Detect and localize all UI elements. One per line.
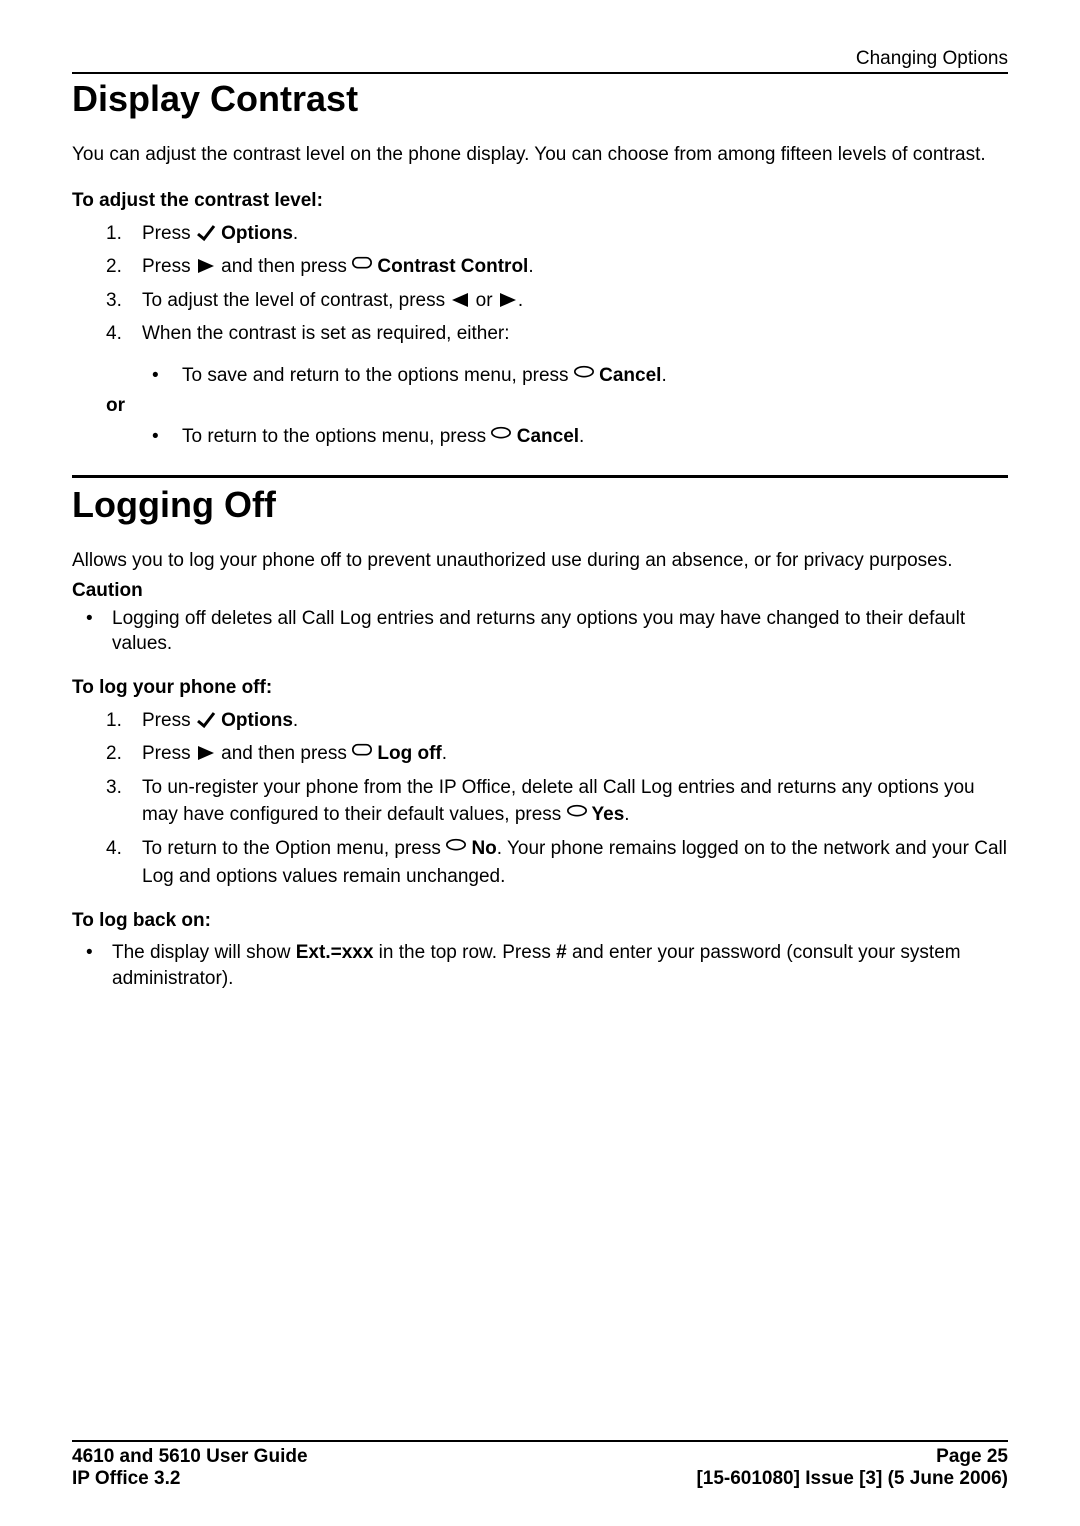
footer-left: 4610 and 5610 User Guide IP Office 3.2 xyxy=(72,1446,308,1490)
options-label: Options xyxy=(216,710,293,731)
running-header: Changing Options xyxy=(72,48,1008,74)
footer-guide-title: 4610 and 5610 User Guide xyxy=(72,1446,308,1468)
period: . xyxy=(518,290,523,311)
no-label: No xyxy=(466,838,497,859)
arrow-right-icon xyxy=(196,256,216,276)
check-icon xyxy=(196,223,216,243)
step-text-b: and then press xyxy=(216,743,352,764)
steps-adjust-contrast: Press Options. Press and then press Cont… xyxy=(72,220,1008,348)
sub-step-text: To return to the options menu, press xyxy=(182,426,491,447)
step-text-a: To return to the Option menu, press xyxy=(142,838,446,859)
step-2-text-b: and then press xyxy=(216,256,352,277)
period: . xyxy=(624,804,629,825)
step-text-a: Press xyxy=(142,743,196,764)
arrow-right-icon xyxy=(498,290,518,310)
caution-text: Logging off deletes all Call Log entries… xyxy=(72,606,1008,657)
softkey-icon xyxy=(567,804,587,824)
log-back-on-text: The display will show Ext.=xxx in the to… xyxy=(72,940,1008,991)
step-text: Press xyxy=(142,710,191,731)
period: . xyxy=(661,365,666,386)
footer-product: IP Office 3.2 xyxy=(72,1468,308,1490)
yes-label: Yes xyxy=(587,804,625,825)
step-4-text: When the contrast is set as required, ei… xyxy=(142,323,510,344)
footer-right: Page 25 [15-601080] Issue [3] (5 June 20… xyxy=(696,1446,1008,1490)
softkey-icon xyxy=(491,426,511,446)
step-4-logoff: To return to the Option menu, press No. … xyxy=(72,835,1008,890)
contrast-control-label: Contrast Control xyxy=(372,256,528,277)
step-3: To adjust the level of contrast, press o… xyxy=(72,287,1008,315)
softkey-icon xyxy=(352,256,372,276)
text-b: in the top row. Press xyxy=(373,942,556,963)
subhead-adjust-contrast: To adjust the contrast level: xyxy=(72,190,1008,212)
sub-step-save: To save and return to the options menu, … xyxy=(72,362,1008,390)
subhead-log-back-on: To log back on: xyxy=(72,910,1008,932)
heading-display-contrast: Display Contrast xyxy=(72,78,1008,120)
arrow-right-icon xyxy=(196,743,216,763)
logoff-label: Log off xyxy=(372,743,442,764)
period: . xyxy=(579,426,584,447)
softkey-icon xyxy=(352,743,372,763)
step-3-logoff: To un-register your phone from the IP Of… xyxy=(72,774,1008,829)
or-separator: or xyxy=(72,395,1008,417)
heading-logging-off: Logging Off xyxy=(72,484,1008,526)
step-2-text-a: Press xyxy=(142,256,196,277)
ext-label: Ext.=xxx xyxy=(296,942,374,963)
sub-step-text: To save and return to the options menu, … xyxy=(182,365,574,386)
period: . xyxy=(293,710,298,731)
step-3-text-b: or xyxy=(470,290,497,311)
arrow-left-icon xyxy=(450,290,470,310)
sub-step-return: To return to the options menu, press Can… xyxy=(72,423,1008,451)
intro-logging-off: Allows you to log your phone off to prev… xyxy=(72,548,1008,574)
intro-display-contrast: You can adjust the contrast level on the… xyxy=(72,142,1008,168)
step-2-logoff: Press and then press Log off. xyxy=(72,740,1008,768)
period: . xyxy=(528,256,533,277)
step-3-text-a: To adjust the level of contrast, press xyxy=(142,290,450,311)
options-label: Options xyxy=(216,223,293,244)
page-footer: 4610 and 5610 User Guide IP Office 3.2 P… xyxy=(72,1440,1008,1490)
period: . xyxy=(293,223,298,244)
steps-log-off: Press Options. Press and then press Log … xyxy=(72,707,1008,890)
hash-label: # xyxy=(556,942,567,963)
step-1-text: Press xyxy=(142,223,191,244)
period: . xyxy=(442,743,447,764)
softkey-icon xyxy=(574,365,594,385)
step-2: Press and then press Contrast Control. xyxy=(72,253,1008,281)
step-1: Press Options. xyxy=(72,220,1008,248)
cancel-label: Cancel xyxy=(594,365,662,386)
footer-issue: [15-601080] Issue [3] (5 June 2006) xyxy=(696,1468,1008,1490)
check-icon xyxy=(196,710,216,730)
subhead-log-off: To log your phone off: xyxy=(72,677,1008,699)
caution-label: Caution xyxy=(72,580,1008,602)
footer-page-number: Page 25 xyxy=(696,1446,1008,1468)
section-divider xyxy=(72,475,1008,478)
step-4: When the contrast is set as required, ei… xyxy=(72,320,1008,348)
step-text: To un-register your phone from the IP Of… xyxy=(142,777,975,826)
step-1-logoff: Press Options. xyxy=(72,707,1008,735)
text-a: The display will show xyxy=(112,942,296,963)
cancel-label: Cancel xyxy=(511,426,579,447)
softkey-icon xyxy=(446,838,466,858)
page-content: Changing Options Display Contrast You ca… xyxy=(72,48,1008,1440)
